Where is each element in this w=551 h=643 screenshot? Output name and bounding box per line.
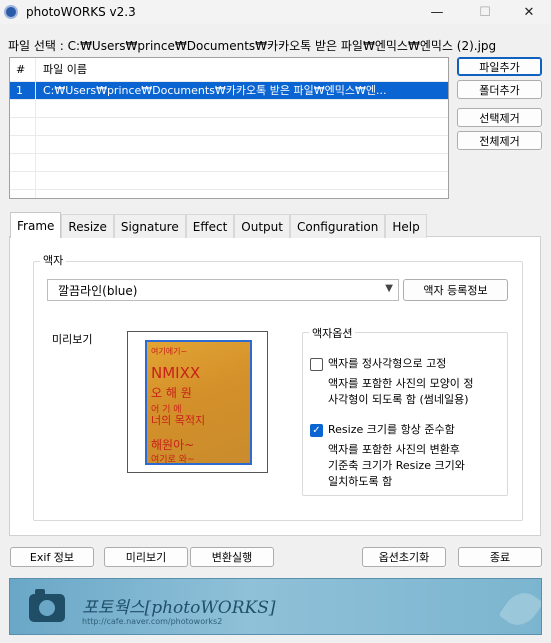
tab-resize[interactable]: Resize: [61, 214, 114, 238]
file-list-row[interactable]: 1 C:₩Users₩prince₩Documents₩카카오톡 받은 파일₩엔…: [10, 82, 448, 100]
tab-bar: Frame Resize Signature Effect Output Con…: [10, 212, 427, 238]
remove-selected-button[interactable]: 선택제거: [457, 108, 542, 127]
title-bar: photoWORKS v2.3 — ☐ ✕: [0, 0, 551, 24]
remove-all-button[interactable]: 전체제거: [457, 131, 542, 150]
tab-configuration[interactable]: Configuration: [289, 214, 386, 238]
keep-resize-label[interactable]: Resize 크기를 항상 준수함: [328, 422, 455, 438]
chevron-down-icon[interactable]: ▼: [385, 283, 393, 294]
file-list[interactable]: # 파일 이름 1 C:₩Users₩prince₩Documents₩카카오톡…: [9, 57, 449, 199]
empty-row: [10, 190, 448, 198]
column-header-filename[interactable]: 파일 이름: [36, 58, 448, 81]
keep-resize-desc-line1: 액자를 포함한 사진의 변환후: [328, 443, 460, 456]
row-number: 1: [10, 82, 36, 99]
empty-row: [10, 100, 448, 118]
row-filename: C:₩Users₩prince₩Documents₩카카오톡 받은 파일₩엔믹스…: [43, 84, 387, 97]
tab-effect[interactable]: Effect: [185, 214, 235, 238]
file-select-label: 파일 선택 : C:₩Users₩prince₩Documents₩카카오톡 받…: [8, 39, 497, 53]
frame-style-value: 깔끔라인(blue): [58, 283, 138, 298]
add-folder-button[interactable]: 폴더추가: [457, 80, 542, 99]
exif-info-button[interactable]: Exif 정보: [10, 547, 94, 567]
maximize-button[interactable]: ☐: [462, 0, 508, 24]
add-file-button[interactable]: 파일추가: [457, 57, 542, 76]
frame-info-button[interactable]: 액자 등록정보: [403, 279, 508, 301]
tab-signature[interactable]: Signature: [113, 214, 186, 238]
column-header-number[interactable]: #: [10, 58, 36, 81]
square-frame-desc-line2: 사각형이 되도록 함 (썸네일용): [328, 393, 469, 406]
frame-style-select[interactable]: 깔끔라인(blue) ▼: [47, 279, 399, 301]
camera-icon: [29, 589, 65, 622]
frame-options-label: 액자옵션: [309, 325, 356, 341]
preview-area: 여기에기~ NMIXX 오 해 원 어 기 에 너의 목적지 해원아~ 여기로 …: [127, 331, 268, 473]
reset-options-button[interactable]: 옵션초기화: [362, 547, 446, 567]
square-frame-checkbox[interactable]: [310, 358, 323, 371]
empty-row: [10, 154, 448, 172]
keep-resize-checkbox[interactable]: ✓: [310, 424, 323, 437]
empty-row: [10, 118, 448, 136]
empty-row: [10, 136, 448, 154]
tab-output[interactable]: Output: [234, 214, 290, 238]
app-icon: [4, 5, 18, 19]
tab-frame[interactable]: Frame: [10, 212, 62, 238]
photo-content: 여기에기~ NMIXX 오 해 원 어 기 에 너의 목적지 해원아~ 여기로 …: [147, 342, 250, 463]
file-list-header: # 파일 이름: [10, 58, 448, 82]
empty-row: [10, 172, 448, 190]
keep-resize-desc-line3: 일치하도록 함: [328, 475, 393, 488]
keep-resize-desc-line2: 기준축 크기가 Resize 크기와: [328, 459, 465, 472]
photoworks-banner[interactable]: 포토웍스[photoWORKS] http://cafe.naver.com/p…: [9, 578, 542, 635]
preview-button[interactable]: 미리보기: [104, 547, 188, 567]
banner-brand: 포토웍스[photoWORKS]: [82, 598, 276, 618]
minimize-button[interactable]: —: [414, 0, 460, 24]
close-button[interactable]: ✕: [506, 0, 551, 24]
square-frame-label[interactable]: 액자를 정사각형으로 고정: [328, 356, 446, 372]
banner-url[interactable]: http://cafe.naver.com/photoworks2: [82, 617, 222, 626]
preview-label: 미리보기: [52, 333, 93, 346]
preview-image: 여기에기~ NMIXX 오 해 원 어 기 에 너의 목적지 해원아~ 여기로 …: [145, 340, 252, 465]
exit-button[interactable]: 종료: [458, 547, 542, 567]
window-title: photoWORKS v2.3: [26, 5, 136, 19]
leaf-icon: [498, 585, 541, 633]
frame-group-label: 액자: [40, 252, 67, 268]
square-frame-desc-line1: 액자를 포함한 사진의 모양이 정: [328, 377, 474, 390]
convert-button[interactable]: 변환실행: [190, 547, 274, 567]
tab-help[interactable]: Help: [385, 214, 427, 238]
